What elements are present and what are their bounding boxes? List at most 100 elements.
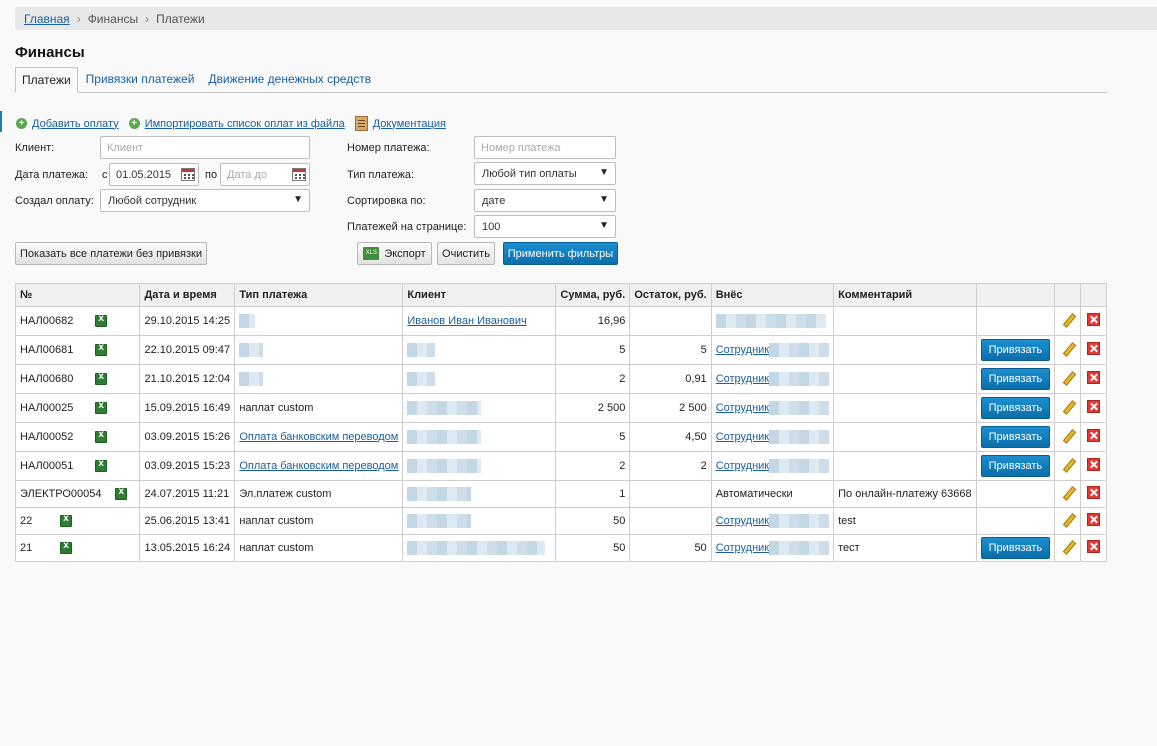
excel-icon[interactable]	[95, 400, 108, 414]
show-unbound-button[interactable]: Показать все платежи без привязки	[15, 242, 207, 265]
creator-select[interactable]: Любой сотрудник ▼	[100, 189, 310, 212]
delete-icon[interactable]	[1087, 458, 1101, 471]
column-header-number[interactable]: №	[14, 283, 141, 307]
table-row: 22 25.06.2015 13:41наплат custom 50 Сотрудн…	[14, 507, 1107, 535]
pencil-icon[interactable]	[1061, 400, 1075, 414]
column-header-rest[interactable]: Остаток, руб.	[629, 283, 712, 307]
payment-rest: 2	[629, 451, 712, 481]
column-header-comment[interactable]: Комментарий	[833, 283, 977, 307]
pencil-icon[interactable]	[1061, 458, 1075, 472]
delete-icon[interactable]	[1087, 429, 1101, 442]
payer-link[interactable]: Сотрудник	[716, 344, 769, 356]
excel-icon[interactable]	[60, 513, 73, 527]
table-row: НАЛ00680 21.10.2015 12:04 20,91 Сотрудник Пр…	[14, 364, 1107, 394]
excel-icon[interactable]	[115, 486, 128, 500]
payment-payer-cell[interactable]: Сотрудник	[710, 451, 835, 481]
pencil-icon[interactable]	[1061, 313, 1075, 327]
payment-number-input[interactable]	[474, 136, 616, 159]
payer-link[interactable]: Сотрудник	[716, 373, 769, 385]
tab-payment-bindings[interactable]: Привязки платежей	[80, 67, 201, 92]
column-header-bind	[975, 283, 1056, 307]
payment-payer-cell[interactable]: Сотрудник	[710, 364, 835, 394]
excel-icon[interactable]	[95, 313, 108, 327]
payment-rest: 0,91	[629, 364, 712, 394]
delete-icon[interactable]	[1087, 486, 1101, 499]
payment-payer-cell[interactable]: Сотрудник	[710, 393, 835, 423]
pencil-icon[interactable]	[1061, 486, 1075, 500]
tab-payments[interactable]: Платежи	[15, 67, 78, 93]
pencil-icon[interactable]	[1061, 540, 1075, 554]
payment-payer-cell[interactable]: Сотрудник	[710, 335, 835, 365]
client-link[interactable]: Иванов Иван Иванович	[407, 315, 526, 327]
payment-datetime: 03.09.2015 15:23	[139, 451, 236, 481]
column-header-payer[interactable]: Внёс	[710, 283, 835, 307]
bind-button[interactable]: Привязать	[980, 339, 1051, 361]
action-links: + Добавить оплату + Импортировать список…	[16, 116, 456, 131]
documentation-link[interactable]: Документация	[373, 118, 446, 130]
date-from-field[interactable]: 01.05.2015	[109, 163, 199, 186]
bind-button[interactable]: Привязать	[980, 397, 1051, 419]
payment-type-cell[interactable]: Оплата банковским переводом	[234, 451, 404, 481]
redacted-block	[407, 343, 436, 357]
payment-payer-cell[interactable]: Сотрудник	[710, 422, 835, 452]
delete-icon[interactable]	[1087, 313, 1101, 326]
add-payment-link[interactable]: Добавить оплату	[32, 118, 119, 130]
import-payments-link[interactable]: Импортировать список оплат из файла	[145, 118, 345, 130]
pencil-icon[interactable]	[1061, 429, 1075, 443]
edit-cell	[1054, 422, 1082, 452]
pencil-icon[interactable]	[1061, 371, 1075, 385]
payment-type-link[interactable]: Оплата банковским переводом	[239, 431, 398, 443]
excel-icon[interactable]	[95, 429, 108, 443]
payment-id-cell: 22	[14, 507, 141, 535]
delete-icon[interactable]	[1087, 540, 1101, 553]
xls-icon: XLS	[363, 247, 380, 260]
client-input[interactable]	[100, 136, 310, 159]
date-from-prefix: с	[102, 169, 108, 181]
payer-link[interactable]: Сотрудник	[716, 402, 769, 414]
payer-link[interactable]: Сотрудник	[716, 515, 769, 527]
sort-select[interactable]: дате ▼	[474, 189, 616, 212]
export-button[interactable]: XLS Экспорт	[357, 242, 432, 265]
bind-button[interactable]: Привязать	[980, 368, 1051, 390]
payment-comment	[833, 422, 977, 452]
pencil-icon[interactable]	[1061, 342, 1075, 356]
excel-icon[interactable]	[95, 342, 108, 356]
payment-payer-cell: Автоматически	[710, 480, 835, 508]
payment-type-link[interactable]: Оплата банковским переводом	[239, 460, 398, 472]
calendar-icon[interactable]	[181, 168, 195, 181]
delete-icon[interactable]	[1087, 371, 1101, 384]
apply-filters-button[interactable]: Применить фильтры	[503, 242, 618, 265]
clear-button[interactable]: Очистить	[437, 242, 495, 265]
payment-sum: 5	[555, 335, 631, 365]
pencil-icon[interactable]	[1061, 513, 1075, 527]
excel-icon[interactable]	[60, 540, 73, 554]
calendar-icon[interactable]	[292, 168, 306, 181]
payment-client-cell[interactable]: Иванов Иван Иванович	[402, 306, 557, 336]
payment-id-cell: НАЛ00051	[14, 451, 141, 481]
payment-type-select[interactable]: Любой тип оплаты ▼	[474, 162, 616, 185]
bind-button[interactable]: Привязать	[980, 537, 1051, 559]
payer-link[interactable]: Сотрудник	[716, 431, 769, 443]
bind-button[interactable]: Привязать	[980, 455, 1051, 477]
column-header-datetime[interactable]: Дата и время	[139, 283, 236, 307]
column-header-sum[interactable]: Сумма, руб.	[555, 283, 631, 307]
excel-icon[interactable]	[95, 458, 108, 472]
payment-payer-cell[interactable]: Сотрудник	[710, 534, 835, 562]
delete-icon[interactable]	[1087, 513, 1101, 526]
breadcrumb-home-link[interactable]: Главная	[24, 12, 70, 26]
excel-icon[interactable]	[95, 371, 108, 385]
tab-cash-flow[interactable]: Движение денежных средств	[202, 67, 377, 92]
delete-icon[interactable]	[1087, 400, 1101, 413]
column-header-client[interactable]: Клиент	[402, 283, 557, 307]
column-header-type[interactable]: Тип платежа	[234, 283, 404, 307]
payer-link[interactable]: Сотрудник	[716, 542, 769, 554]
payment-payer-cell[interactable]: Сотрудник	[710, 507, 835, 535]
per-page-select[interactable]: 100 ▼	[474, 215, 616, 238]
bind-button[interactable]: Привязать	[980, 426, 1051, 448]
date-to-field[interactable]: Дата до	[220, 163, 310, 186]
redacted-block	[407, 372, 436, 386]
payment-type-cell[interactable]: Оплата банковским переводом	[234, 422, 404, 452]
payer-link[interactable]: Сотрудник	[716, 460, 769, 472]
bind-cell: Привязать	[975, 422, 1056, 452]
delete-icon[interactable]	[1087, 342, 1101, 355]
